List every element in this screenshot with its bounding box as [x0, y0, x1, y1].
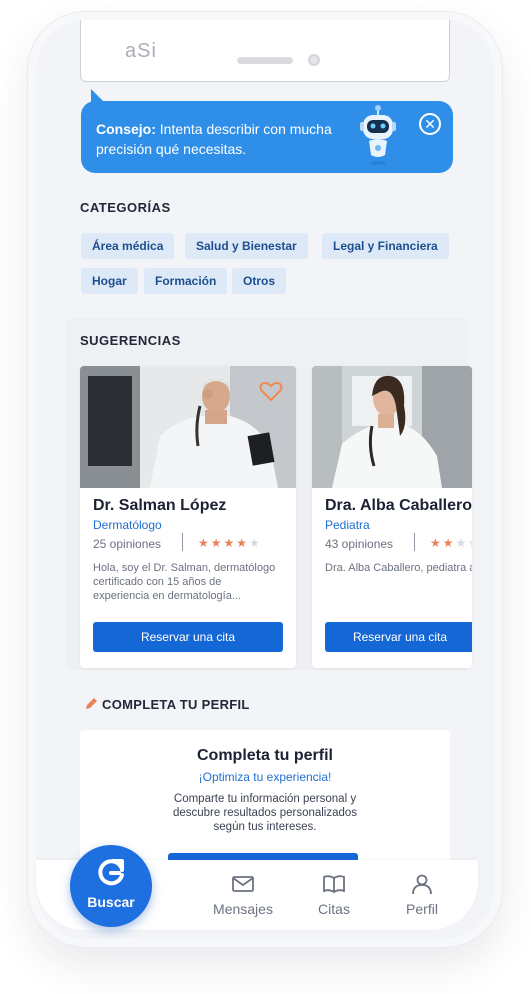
search-input-text: aSi — [125, 40, 157, 62]
category-chip-legal-financiera[interactable]: Legal y Financiera — [322, 233, 449, 259]
doctor-card[interactable]: Dra. Alba Caballero Pediatra 43 opinione… — [312, 366, 472, 668]
tab-citas-label: Citas — [318, 901, 350, 917]
book-appointment-button[interactable]: Reservar una cita — [325, 622, 472, 652]
tab-citas[interactable]: Citas — [312, 874, 356, 917]
complete-profile-section-title: COMPLETA TU PERFIL — [102, 697, 250, 712]
tab-perfil[interactable]: Perfil — [402, 874, 442, 917]
doctor-reviews-count: 25 opiniones — [93, 537, 162, 551]
doctor-photo — [312, 366, 472, 488]
user-icon — [412, 874, 432, 894]
tab-mensajes[interactable]: Mensajes — [212, 874, 274, 917]
pencil-icon — [86, 698, 97, 709]
doctor-specialty: Pediatra — [325, 518, 370, 532]
refresh-search-icon — [98, 859, 124, 886]
doctor-bio: Dra. Alba Caballero, pediatra apasionada… — [325, 562, 472, 574]
categories-title: CATEGORÍAS — [80, 200, 171, 215]
tab-mensajes-label: Mensajes — [213, 901, 273, 917]
search-fab-label: Buscar — [87, 894, 135, 910]
search-fab-button[interactable]: Buscar — [70, 845, 152, 927]
book-appointment-button[interactable]: Reservar una cita — [93, 622, 283, 652]
category-chip-formacion[interactable]: Formación — [144, 268, 228, 294]
book-icon — [323, 875, 345, 894]
doctor-name: Dr. Salman López — [93, 497, 227, 514]
complete-profile-card-title: Completa tu perfil — [196, 747, 333, 764]
phone-camera — [308, 54, 320, 66]
doctor-specialty: Dermatólogo — [93, 518, 162, 532]
tab-perfil-label: Perfil — [406, 901, 438, 917]
category-chip-area-medica[interactable]: Área médica — [81, 233, 175, 259]
tip-tail — [91, 89, 105, 103]
category-chip-otros[interactable]: Otros — [232, 268, 287, 294]
tip-label: Consejo: — [96, 121, 156, 137]
category-chip-salud-bienestar[interactable]: Salud y Bienestar — [185, 233, 308, 259]
rating-stars: ★★★★★ — [198, 536, 262, 550]
tip-text: Consejo: Intenta describir con mucha pre… — [96, 119, 351, 159]
envelope-icon — [232, 876, 254, 892]
doctor-name: Dra. Alba Caballero — [325, 497, 472, 514]
category-chip-hogar[interactable]: Hogar — [81, 268, 138, 294]
card-divider — [182, 533, 183, 551]
phone-speaker — [237, 57, 293, 64]
doctor-card[interactable]: Dr. Salman López Dermatólogo 25 opinione… — [80, 366, 296, 668]
complete-profile-card-body: Comparte tu información personal y descu… — [172, 793, 358, 833]
robot-assistant-icon — [360, 105, 396, 165]
doctor-bio: Hola, soy el Dr. Salman, dermatólogo cer… — [93, 562, 276, 602]
search-input[interactable]: aSi — [80, 20, 450, 82]
suggestions-title: SUGERENCIAS — [80, 333, 181, 348]
complete-profile-card-subtitle: ¡Optimiza tu experiencia! — [198, 770, 332, 784]
tip-close-button[interactable]: ✕ — [419, 113, 441, 135]
doctor-reviews-count: 43 opiniones — [325, 537, 394, 551]
card-divider — [414, 533, 415, 551]
tip-banner: Consejo: Intenta describir con mucha pre… — [81, 89, 453, 173]
rating-stars: ★★★★★ — [430, 536, 472, 550]
favorite-heart-icon[interactable] — [258, 378, 284, 404]
